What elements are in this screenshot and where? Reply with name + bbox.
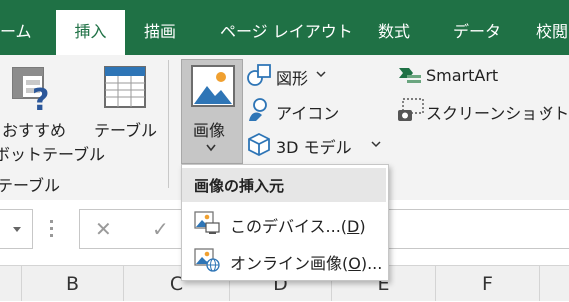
tab-data[interactable]: データ xyxy=(453,10,503,55)
smartart-label: SmartArt xyxy=(426,66,499,85)
recommended-pivot-label-1: おすすめ xyxy=(2,121,67,140)
menu-header-label: 画像の挿入元 xyxy=(194,177,285,195)
formula-bar-grip[interactable] xyxy=(50,219,54,239)
pictures-label: 画像 xyxy=(193,121,226,140)
chevron-down-icon xyxy=(13,227,21,232)
tab-draw[interactable]: 描画 xyxy=(144,10,184,55)
cube-icon xyxy=(248,132,270,156)
formula-buttons: ✕ ✓ xyxy=(79,209,189,249)
icons-icon xyxy=(249,98,267,121)
tab-insert[interactable]: 挿入 xyxy=(56,10,125,55)
recommended-pivot-label-2: ボットテーブル xyxy=(0,145,106,164)
table-icon xyxy=(104,66,146,108)
column-header-b[interactable]: B xyxy=(22,266,124,301)
shapes-label: 図形 xyxy=(276,69,309,88)
online-picture-icon xyxy=(194,248,220,272)
tab-formulas[interactable]: 数式 xyxy=(378,10,418,55)
icons-label: アイコン xyxy=(276,104,340,123)
column-header-f[interactable]: F xyxy=(436,266,540,301)
menu-item-label: オンライン画像(O)... xyxy=(230,254,383,273)
chevron-down-icon xyxy=(543,106,553,113)
tab-page-layout[interactable]: ページ レイアウト xyxy=(220,10,355,55)
enter-formula-icon[interactable]: ✓ xyxy=(152,217,169,241)
svg-text:?: ? xyxy=(32,83,49,114)
screenshot-icon xyxy=(398,98,424,121)
name-box[interactable] xyxy=(0,209,33,249)
smartart-icon xyxy=(399,68,421,83)
shapes-icon xyxy=(247,64,271,86)
column-header-g[interactable] xyxy=(540,266,569,301)
chevron-down-icon xyxy=(206,144,216,152)
menu-item-label: このデバイス...(D) xyxy=(230,217,366,236)
device-picture-icon xyxy=(194,211,220,234)
chevron-down-icon xyxy=(316,71,326,78)
cancel-formula-icon[interactable]: ✕ xyxy=(95,217,112,241)
tables-group-label: テーブル xyxy=(0,176,61,195)
menu-item-online-pictures[interactable]: オンライン画像(O)... xyxy=(182,242,386,278)
table-label: テーブル xyxy=(94,121,158,140)
3d-models-label: 3D モデル xyxy=(276,138,352,157)
menu-item-this-device[interactable]: このデバイス...(D) xyxy=(182,205,386,241)
column-header-a[interactable] xyxy=(0,266,22,301)
group-separator xyxy=(168,60,169,188)
recommended-pivot-icon: ? xyxy=(12,67,49,114)
menu-header: 画像の挿入元 xyxy=(182,168,386,202)
picture-icon xyxy=(191,65,235,107)
ribbon-tab-bar: ーム 挿入 描画 ページ レイアウト 数式 データ 校閲 xyxy=(0,0,569,55)
insert-picture-menu: 画像の挿入元 このデバイス...(D) オンライン画像(O)... xyxy=(181,164,389,281)
tab-home[interactable]: ーム xyxy=(0,10,42,55)
tab-review[interactable]: 校閲 xyxy=(536,10,569,55)
chevron-down-icon xyxy=(371,141,381,148)
